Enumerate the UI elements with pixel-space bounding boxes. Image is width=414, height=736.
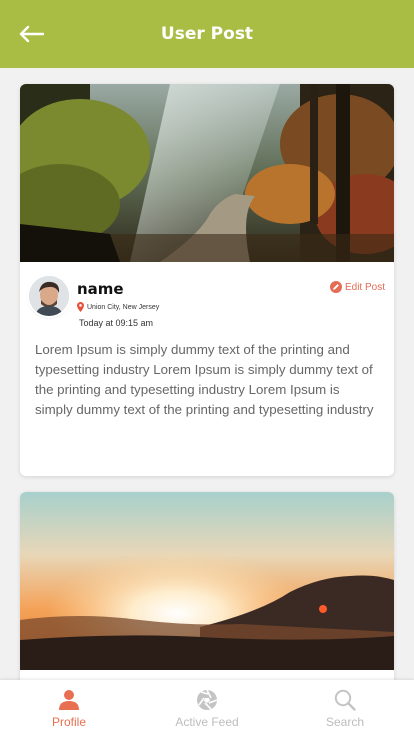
post-image-forest bbox=[20, 84, 394, 262]
location-text: Union City, New Jersey bbox=[87, 303, 160, 311]
nav-label-search: Search bbox=[325, 715, 365, 729]
post-location: Union City, New Jersey bbox=[77, 302, 159, 312]
nav-item-profile[interactable]: Profile bbox=[0, 680, 138, 736]
app-bar: User Post bbox=[0, 0, 414, 68]
post-image-sunset bbox=[20, 492, 394, 670]
post-card bbox=[20, 492, 394, 680]
map-pin-icon bbox=[77, 302, 84, 312]
post-card: name Union City, New Jersey Today at 09:… bbox=[20, 84, 394, 476]
nav-item-search[interactable]: Search bbox=[276, 680, 414, 736]
arrow-left-icon bbox=[19, 25, 44, 43]
search-icon bbox=[333, 688, 357, 712]
nav-label-active-feed: Active Feed bbox=[175, 715, 239, 729]
nav-item-active-feed[interactable]: Active Feed bbox=[138, 680, 276, 736]
back-button[interactable] bbox=[16, 20, 46, 48]
edit-icon bbox=[329, 281, 342, 293]
post-header: name Union City, New Jersey Today at 09:… bbox=[20, 262, 394, 336]
edit-post-button[interactable]: Edit Post bbox=[329, 281, 385, 293]
avatar[interactable] bbox=[29, 276, 69, 316]
person-icon bbox=[57, 688, 81, 712]
author-name[interactable]: name bbox=[77, 280, 124, 298]
nav-label-profile: Profile bbox=[51, 715, 86, 729]
post-body-text: Lorem Ipsum is simply dummy text of the … bbox=[35, 342, 374, 417]
user-portrait bbox=[29, 276, 69, 316]
edit-post-label: Edit Post bbox=[344, 281, 385, 293]
aperture-icon bbox=[195, 688, 219, 712]
page-title: User Post bbox=[160, 24, 254, 44]
post-feed[interactable]: name Union City, New Jersey Today at 09:… bbox=[0, 68, 414, 680]
bottom-nav: Profile Active Feed Search bbox=[0, 680, 414, 736]
post-timestamp: Today at 09:15 am bbox=[79, 318, 154, 328]
